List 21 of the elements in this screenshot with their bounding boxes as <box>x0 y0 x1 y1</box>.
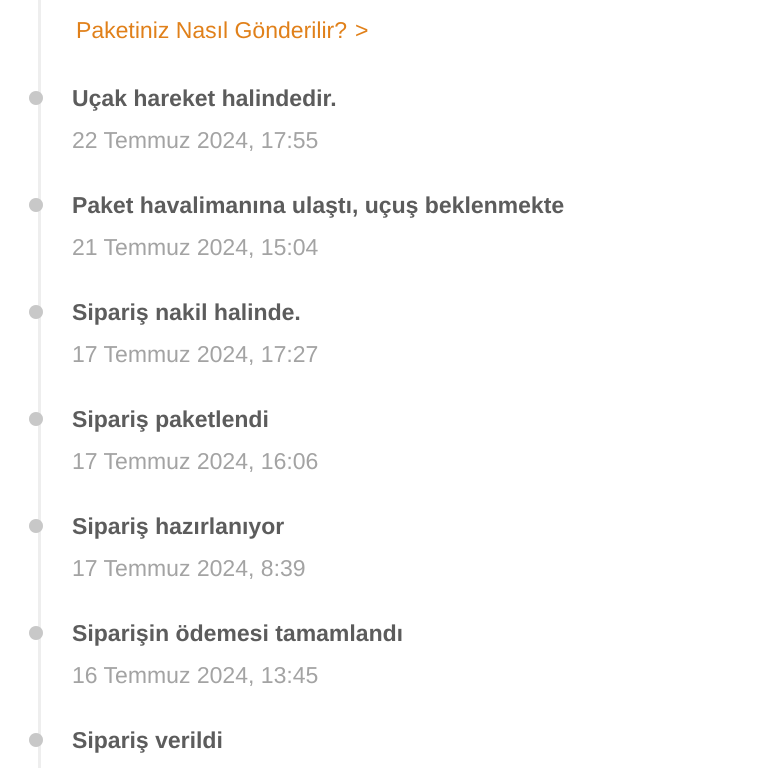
event-time: 22 Temmuz 2024, 17:55 <box>72 126 320 155</box>
timeline-dot <box>29 519 43 533</box>
timeline-dot <box>29 91 43 105</box>
event-title: Uçak hareket halindedir. <box>72 84 338 113</box>
timeline-dot <box>29 198 43 212</box>
event-title: Siparişin ödemesi tamamlandı <box>72 619 404 648</box>
event-time: 17 Temmuz 2024, 17:27 <box>72 340 320 369</box>
timeline-dot <box>29 733 43 747</box>
event-time: 21 Temmuz 2024, 15:04 <box>72 233 320 262</box>
shipping-info-link[interactable]: Paketiniz Nasıl Gönderilir? > <box>76 13 368 47</box>
timeline-dot <box>29 626 43 640</box>
timeline-dot <box>29 412 43 426</box>
event-title: Sipariş nakil halinde. <box>72 298 302 327</box>
event-time: 16 Temmuz 2024, 13:45 <box>72 661 320 690</box>
event-title: Sipariş hazırlanıyor <box>72 512 286 541</box>
event-title: Sipariş verildi <box>72 726 224 755</box>
event-time: 17 Temmuz 2024, 8:39 <box>72 554 307 583</box>
event-title: Paket havalimanına ulaştı, uçuş beklenmekte <box>72 191 566 220</box>
event-time: 17 Temmuz 2024, 16:06 <box>72 447 320 476</box>
timeline-dot <box>29 305 43 319</box>
event-title: Sipariş paketlendi <box>72 405 270 434</box>
